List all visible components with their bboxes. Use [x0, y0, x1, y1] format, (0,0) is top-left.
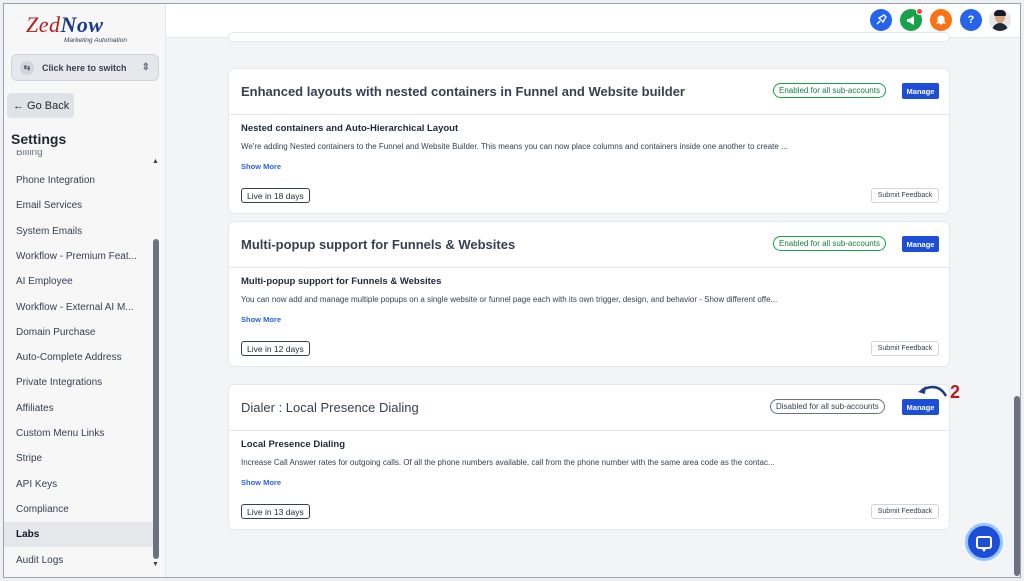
sidebar-item-workflow-premium-feat[interactable]: Workflow - Premium Feat... [4, 244, 154, 269]
card-title: Enhanced layouts with nested containers … [241, 84, 685, 99]
feature-card: Enhanced layouts with nested containers … [228, 68, 950, 214]
live-in-badge: Live in 12 days [241, 341, 310, 356]
manage-button[interactable]: Manage [902, 236, 939, 252]
step-annotation: 2 [912, 380, 976, 408]
feature-card: Multi-popup support for Funnels & Websit… [228, 221, 950, 367]
chat-support-button[interactable] [965, 523, 1003, 561]
sidebar-item-stripe[interactable]: Stripe [4, 446, 154, 471]
sidebar-item-ai-employee[interactable]: AI Employee [4, 269, 154, 294]
sidebar-item-custom-menu-links[interactable]: Custom Menu Links [4, 421, 154, 446]
card-body: Local Presence Dialing Increase Call Ans… [229, 431, 949, 529]
main-scrollbar[interactable] [1014, 396, 1020, 576]
switch-account-icon: ⇆ [20, 60, 34, 75]
brand-name-a: Zed [26, 12, 61, 37]
chat-bubble-icon [976, 535, 992, 552]
card-description: You can now add and manage multiple popu… [241, 295, 778, 304]
step-number: 2 [950, 382, 961, 402]
sidebar: ZedNow Marketing Automation ⇆ Click here… [4, 4, 166, 577]
submit-feedback-button[interactable]: Submit Feedback [871, 341, 939, 356]
rocket-icon[interactable] [870, 9, 892, 31]
sidebar-item-private-integrations[interactable]: Private Integrations [4, 370, 154, 395]
labs-content: Enhanced layouts with nested containers … [166, 32, 1012, 577]
notification-dot [916, 8, 923, 15]
sidebar-item-labs[interactable]: Labs [4, 522, 154, 548]
live-in-badge: Live in 13 days [241, 504, 310, 519]
sidebar-item-affiliates[interactable]: Affiliates [4, 396, 154, 421]
status-badge: Disabled for all sub-accounts [770, 399, 885, 414]
switcher-label: Click here to switch [42, 62, 127, 73]
show-more-link[interactable]: Show More [241, 478, 281, 487]
sidebar-item-billing[interactable]: Billing [16, 150, 43, 158]
show-more-link[interactable]: Show More [241, 315, 281, 324]
megaphone-icon[interactable] [900, 8, 923, 31]
card-header: Enhanced layouts with nested containers … [229, 69, 949, 115]
brand-logo[interactable]: ZedNow Marketing Automation [26, 12, 146, 48]
chevron-updown-icon: ⇕ [141, 62, 150, 73]
brand-tagline: Marketing Automation [64, 37, 127, 44]
status-badge: Enabled for all sub-accounts [773, 83, 886, 98]
live-in-badge: Live in 18 days [241, 188, 310, 203]
sidebar-item-email-services[interactable]: Email Services [4, 193, 154, 218]
show-more-link[interactable]: Show More [241, 162, 281, 171]
settings-menu: Billing Phone Integration Email Services S… [4, 150, 159, 570]
sidebar-item-domain-purchase[interactable]: Domain Purchase [4, 320, 154, 345]
card-header: Multi-popup support for Funnels & Websit… [229, 222, 949, 268]
sidebar-item-compliance[interactable]: Compliance [4, 497, 154, 522]
card-subtitle: Local Presence Dialing [241, 439, 346, 450]
bell-icon[interactable] [930, 9, 952, 31]
sidebar-scrollbar[interactable] [153, 239, 159, 559]
previous-card-edge [228, 32, 950, 42]
manage-button[interactable]: Manage [902, 83, 939, 99]
card-description: We're adding Nested containers to the Fu… [241, 142, 788, 151]
sidebar-item-phone-integration[interactable]: Phone Integration [4, 168, 154, 193]
curved-arrow-icon [918, 385, 948, 397]
card-body: Multi-popup support for Funnels & Websit… [229, 268, 949, 366]
sidebar-item-workflow-external-ai-m[interactable]: Workflow - External AI M... [4, 295, 154, 320]
card-title: Multi-popup support for Funnels & Websit… [241, 237, 516, 252]
user-avatar[interactable] [989, 9, 1011, 31]
submit-feedback-button[interactable]: Submit Feedback [871, 188, 939, 203]
scroll-up-arrow-icon[interactable]: ▲ [152, 158, 159, 165]
card-description: Increase Call Answer rates for outgoing … [241, 458, 775, 467]
sidebar-item-audit-logs[interactable]: Audit Logs [4, 548, 154, 571]
sidebar-item-api-keys[interactable]: API Keys [4, 472, 154, 497]
help-icon[interactable]: ? [960, 9, 982, 31]
app-window: ZedNow Marketing Automation ⇆ Click here… [3, 3, 1021, 578]
brand-name-b: Now [60, 12, 104, 37]
submit-feedback-button[interactable]: Submit Feedback [871, 504, 939, 519]
card-body: Nested containers and Auto-Hierarchical … [229, 115, 949, 213]
scroll-down-arrow-icon[interactable]: ▼ [152, 561, 159, 568]
sidebar-item-auto-complete-address[interactable]: Auto-Complete Address [4, 345, 154, 370]
sidebar-item-system-emails[interactable]: System Emails [4, 219, 154, 244]
status-badge: Enabled for all sub-accounts [773, 236, 886, 251]
card-subtitle: Nested containers and Auto-Hierarchical … [241, 123, 459, 134]
account-switcher[interactable]: ⇆ Click here to switch ⇕ [11, 54, 159, 81]
go-back-button[interactable]: ← Go Back [7, 93, 74, 118]
card-title: Dialer : Local Presence Dialing [241, 400, 419, 415]
card-subtitle: Multi-popup support for Funnels & Websit… [241, 276, 442, 287]
feature-card: Dialer : Local Presence Dialing Disabled… [228, 384, 950, 530]
settings-heading: Settings [11, 131, 67, 147]
card-header: Dialer : Local Presence Dialing Disabled… [229, 385, 949, 431]
